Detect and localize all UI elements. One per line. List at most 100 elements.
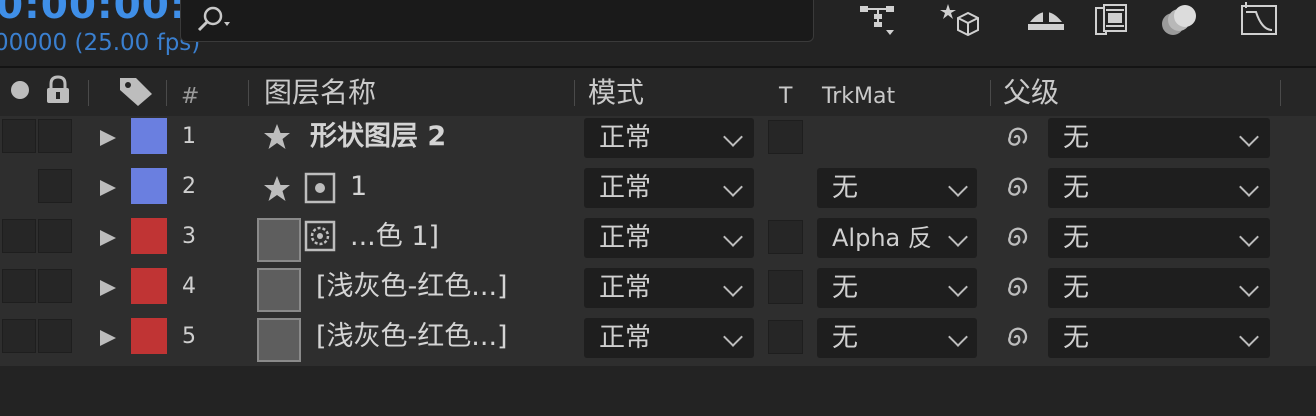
track-matte-dropdown[interactable]: 无 [817,318,977,358]
column-t[interactable]: T [779,80,792,114]
chevron-down-icon [948,327,968,347]
chevron-down-icon [1239,277,1259,297]
label-tag-icon[interactable] [118,76,154,108]
parent-pickwhip-icon[interactable] [1001,122,1033,154]
layer-number: 1 [182,124,196,149]
lock-switch[interactable] [38,219,72,253]
label-color-swatch[interactable] [131,118,167,154]
av-switch[interactable] [2,119,36,153]
column-parent[interactable]: 父级 [1003,76,1059,110]
layer-row[interactable]: 5 [浅灰色-红色...] 正常 无 无 [0,316,1316,367]
parent-dropdown[interactable]: 无 [1048,318,1270,358]
blend-mode-dropdown[interactable]: 正常 [584,218,754,258]
preserve-transparency-switch[interactable] [768,320,803,354]
expand-arrow-icon[interactable] [100,180,116,196]
track-matte-value: Alpha 反 [832,224,932,252]
layer-name[interactable]: 1 [350,170,367,204]
parent-dropdown[interactable]: 无 [1048,118,1270,158]
layer-row[interactable]: 2 1 正常 无 无 [0,166,1316,217]
lock-switch[interactable] [38,319,72,353]
motion-blur-icon[interactable] [1158,0,1202,40]
blend-mode-dropdown[interactable]: 正常 [584,268,754,308]
blend-mode-value: 正常 [599,223,652,253]
expand-arrow-icon[interactable] [100,130,116,146]
blend-mode-dropdown[interactable]: 正常 [584,318,754,358]
label-color-swatch[interactable] [131,318,167,354]
parent-value: 无 [1063,273,1090,303]
parent-pickwhip-icon[interactable] [1001,322,1033,354]
layer-row[interactable]: 3 ...色 1] 正常 Alpha 反 无 [0,216,1316,267]
blend-mode-value: 正常 [599,323,652,353]
chevron-down-icon [1239,227,1259,247]
column-separator [1280,80,1281,106]
label-color-swatch[interactable] [131,168,167,204]
layer-name[interactable]: ...色 1] [350,220,439,254]
parent-pickwhip-icon[interactable] [1001,172,1033,204]
solid-thumbnail [257,218,301,262]
layer-name[interactable]: [浅灰色-红色...] [316,270,508,304]
column-layer-name[interactable]: 图层名称 [264,76,376,110]
empty-layer-area[interactable] [0,366,1316,416]
timeline-toolbar: 0:00:00:00 00000 (25.00 fps) [0,0,1316,66]
chevron-down-icon [1239,177,1259,197]
preserve-transparency-switch[interactable] [768,120,803,154]
blend-mode-value: 正常 [599,123,652,153]
video-toggle-column-icon[interactable] [11,81,29,99]
lock-switch[interactable] [38,169,72,203]
column-mode[interactable]: 模式 [588,76,644,110]
chevron-down-icon [948,227,968,247]
lock-column-icon[interactable] [44,75,72,105]
search-icon[interactable] [196,4,238,36]
shape-layer-star-icon [264,124,290,149]
blend-mode-dropdown[interactable]: 正常 [584,118,754,158]
lock-switch[interactable] [38,119,72,153]
av-switch[interactable] [2,269,36,303]
chevron-down-icon [948,177,968,197]
expand-arrow-icon[interactable] [100,280,116,296]
preserve-transparency-switch[interactable] [768,220,803,254]
parent-pickwhip-icon[interactable] [1001,222,1033,254]
layer-name[interactable]: [浅灰色-红色...] [316,320,508,354]
layer-name[interactable]: 形状图层 2 [310,120,446,154]
frame-blending-icon[interactable] [1092,0,1136,40]
composition-flowchart-icon[interactable] [856,0,900,40]
track-matte-dropdown[interactable]: 无 [817,268,977,308]
shy-layers-icon[interactable] [1024,0,1068,40]
layer-column-header: # 图层名称 模式 T TrkMat 父级 [0,66,1316,116]
preserve-transparency-switch[interactable] [768,270,803,304]
track-matte-value: 无 [832,323,859,353]
track-matte-dropdown[interactable]: 无 [817,168,977,208]
parent-dropdown[interactable]: 无 [1048,218,1270,258]
null-object-icon [304,172,336,204]
chevron-down-icon [1239,127,1259,147]
chevron-down-icon [723,327,743,347]
layer-number: 4 [182,274,196,299]
expand-arrow-icon[interactable] [100,230,116,246]
column-number[interactable]: # [181,80,199,114]
parent-dropdown[interactable]: 无 [1048,268,1270,308]
lock-switch[interactable] [38,269,72,303]
av-switch[interactable] [2,219,36,253]
column-separator [990,80,991,106]
parent-dropdown[interactable]: 无 [1048,168,1270,208]
column-trkmat[interactable]: TrkMat [822,80,895,114]
layer-row[interactable]: 1 形状图层 2 正常 无 [0,116,1316,167]
frame-rate-display: 00000 (25.00 fps) [0,30,201,56]
layer-number: 3 [182,224,196,249]
av-switch[interactable] [2,319,36,353]
label-color-swatch[interactable] [131,218,167,254]
parent-pickwhip-icon[interactable] [1001,272,1033,304]
track-matte-dropdown[interactable]: Alpha 反 [817,218,977,258]
solid-thumbnail [257,318,301,362]
layer-row[interactable]: 4 [浅灰色-红色...] 正常 无 无 [0,266,1316,317]
graph-editor-icon[interactable] [1238,0,1282,40]
chevron-down-icon [723,177,743,197]
column-separator [248,80,249,106]
layer-number: 2 [182,174,196,199]
label-color-swatch[interactable] [131,268,167,304]
expand-arrow-icon[interactable] [100,330,116,346]
draft-3d-icon[interactable] [938,0,982,40]
blend-mode-dropdown[interactable]: 正常 [584,168,754,208]
layer-search-input[interactable] [180,0,814,42]
column-separator [574,80,575,106]
